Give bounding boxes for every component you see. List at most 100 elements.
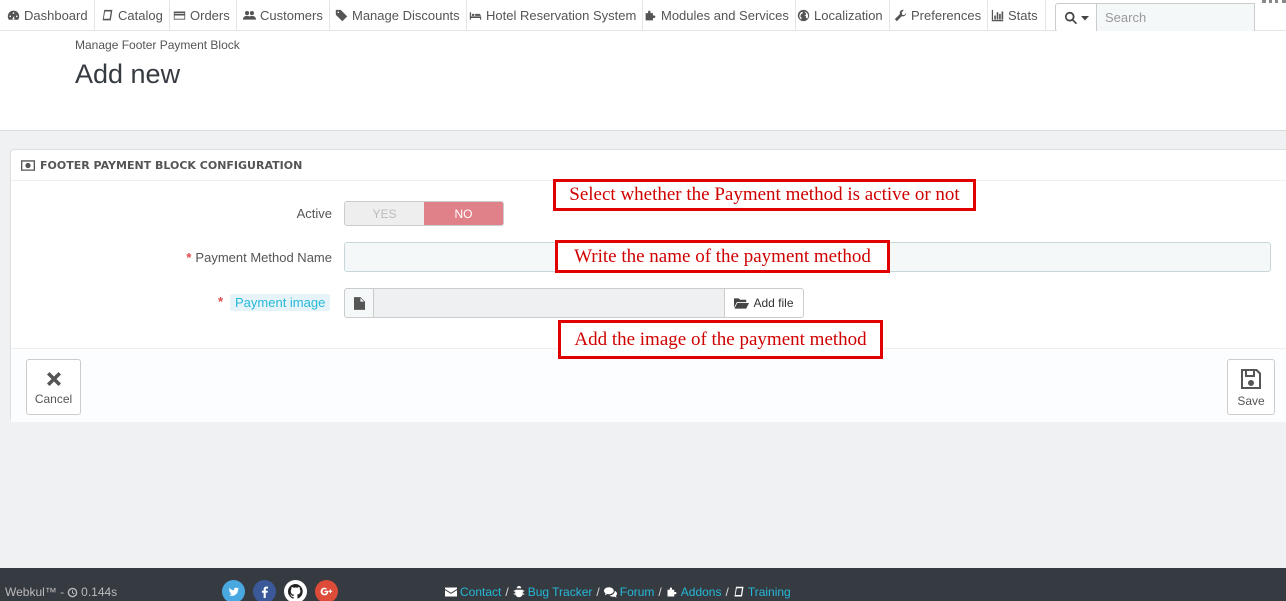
bed-icon (469, 12, 482, 20)
nav-label-dashboard: Dashboard (24, 8, 88, 23)
nav-label-stats: Stats (1008, 8, 1038, 23)
file-name-field[interactable] (374, 288, 724, 318)
caret-down-icon (1080, 15, 1089, 20)
annotation-name: Write the name of the payment method (555, 240, 890, 273)
footer-link-training-label: Training (747, 585, 791, 599)
page-footer: Webkul™ - 0.144s Contact / Bug Tracker /… (0, 568, 1286, 601)
top-navigation: Dashboard Catalog Orders Customers Manag… (0, 0, 1286, 32)
book-icon (102, 9, 113, 21)
file-icon (353, 296, 365, 310)
add-file-label: Add file (753, 296, 794, 310)
footer-links: Contact / Bug Tracker / Forum / Addons /… (445, 585, 791, 599)
globe-icon (797, 9, 810, 22)
payment-method-name-label: * Payment Method Name (186, 250, 332, 265)
nav-item-manage-discounts[interactable]: Manage Discounts (335, 0, 467, 31)
google-plus-icon (320, 587, 333, 596)
money-icon (21, 159, 35, 171)
nav-item-hotel-reservation[interactable]: Hotel Reservation System (469, 0, 644, 31)
footer-link-contact-label: Contact (460, 585, 502, 599)
switch-no-option[interactable]: NO (424, 202, 503, 225)
github-icon (288, 584, 303, 599)
nav-label-hotel-reservation: Hotel Reservation System (486, 8, 637, 23)
nav-item-preferences[interactable]: Preferences (894, 0, 989, 31)
cancel-label: Cancel (34, 391, 73, 406)
save-icon (1241, 368, 1261, 389)
nav-item-catalog[interactable]: Catalog (101, 0, 170, 31)
nav-divider (1045, 0, 1046, 31)
nav-item-stats[interactable]: Stats (991, 0, 1044, 31)
facebook-link[interactable] (253, 580, 276, 601)
active-label: Active (296, 206, 332, 221)
github-link[interactable] (284, 580, 307, 601)
footer-link-contact[interactable]: Contact (445, 585, 501, 599)
wrench-icon (894, 9, 907, 22)
users-icon (243, 11, 256, 20)
google-plus-link[interactable] (315, 580, 338, 601)
save-button[interactable]: Save (1227, 359, 1275, 415)
nav-item-localization[interactable]: Localization (797, 0, 890, 31)
page-header: Manage Footer Payment Block Add new (0, 31, 1286, 131)
overflow-dots[interactable] (1262, 0, 1286, 3)
footer-separator: / (725, 585, 729, 599)
tags-icon (335, 9, 348, 22)
footer-separator: / (505, 585, 509, 599)
annotation-image: Add the image of the payment method (558, 320, 883, 359)
page-title: Add new (75, 59, 181, 89)
footer-separator: / (596, 585, 600, 599)
footer-link-bug-tracker-label: Bug Tracker (527, 585, 593, 599)
search-input[interactable] (1097, 3, 1255, 32)
nav-item-dashboard[interactable]: Dashboard (7, 0, 95, 31)
clock-icon (67, 587, 78, 597)
footer-link-addons-label: Addons (680, 585, 722, 599)
footer-link-addons[interactable]: Addons (666, 585, 722, 599)
bar-chart-icon (991, 9, 1004, 22)
facebook-icon (261, 586, 268, 598)
footer-link-forum[interactable]: Forum (603, 585, 655, 599)
nav-label-modules-services: Modules and Services (661, 8, 789, 23)
twitter-icon (228, 587, 239, 596)
comments-icon (603, 586, 617, 598)
required-asterisk: * (186, 250, 192, 265)
payment-method-name-label-text: Payment Method Name (195, 250, 332, 265)
search-scope-button[interactable] (1055, 3, 1097, 32)
nav-item-customers[interactable]: Customers (243, 0, 330, 31)
folder-open-icon (734, 298, 750, 309)
nav-label-orders: Orders (190, 8, 230, 23)
footer-separator: / (658, 585, 662, 599)
nav-label-manage-discounts: Manage Discounts (352, 8, 460, 23)
credit-card-icon (173, 11, 186, 20)
active-switch[interactable]: YES NO (344, 201, 504, 226)
envelope-icon (445, 587, 457, 597)
nav-item-modules-services[interactable]: Modules and Services (644, 0, 796, 31)
bug-icon (513, 586, 524, 598)
close-icon (46, 371, 61, 386)
dashboard-icon (7, 10, 20, 20)
breadcrumb[interactable]: Manage Footer Payment Block (75, 38, 240, 52)
footer-link-bug-tracker[interactable]: Bug Tracker (513, 585, 593, 599)
payment-image-label[interactable]: Payment image (230, 294, 331, 311)
nav-label-localization: Localization (814, 8, 883, 23)
nav-item-orders[interactable]: Orders (173, 0, 237, 31)
book-icon (734, 586, 744, 597)
cancel-button[interactable]: Cancel (26, 359, 81, 415)
panel-heading: FOOTER PAYMENT BLOCK CONFIGURATION (11, 150, 1286, 181)
footer-link-training[interactable]: Training (733, 585, 791, 599)
panel-footer: Cancel Save (11, 348, 1286, 422)
switch-yes-option[interactable]: YES (345, 202, 424, 225)
save-label: Save (1237, 393, 1265, 408)
puzzle-icon (667, 587, 677, 597)
footer-link-forum-label: Forum (619, 585, 655, 599)
payment-image-upload: Add file (344, 288, 804, 318)
file-icon (344, 288, 374, 318)
annotation-active: Select whether the Payment method is act… (553, 179, 976, 211)
twitter-link[interactable] (222, 580, 245, 601)
panel-heading-text: FOOTER PAYMENT BLOCK CONFIGURATION (40, 158, 303, 172)
nav-label-customers: Customers (260, 8, 323, 23)
footer-brand: Webkul™ - 0.144s (5, 585, 117, 599)
nav-label-preferences: Preferences (911, 8, 982, 23)
nav-label-catalog: Catalog (118, 8, 163, 23)
search-icon (1064, 11, 1077, 24)
required-asterisk: * (218, 294, 224, 309)
puzzle-icon (645, 10, 656, 21)
add-file-button[interactable]: Add file (724, 288, 804, 318)
